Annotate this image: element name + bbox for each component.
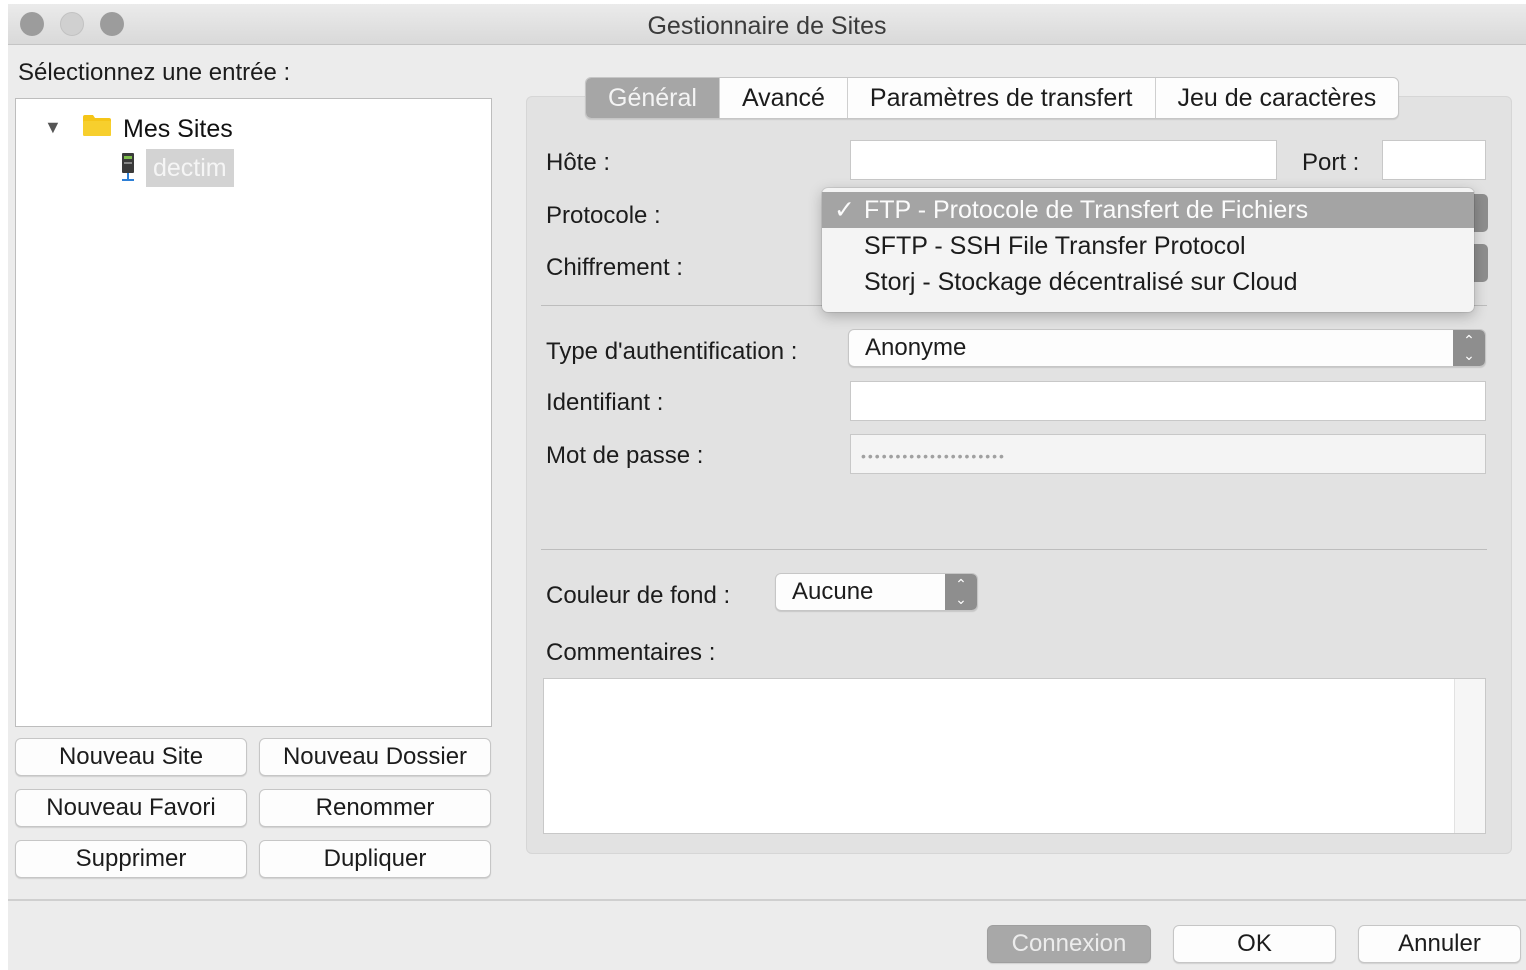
protocol-option-label: Storj - Stockage décentralisé sur Cloud xyxy=(864,268,1298,296)
background-color-label: Couleur de fond : xyxy=(546,582,731,609)
protocol-dropdown-menu: ✓ FTP - Protocole de Transfert de Fichie… xyxy=(822,188,1474,312)
protocol-option-label: FTP - Protocole de Transfert de Fichiers xyxy=(864,196,1309,224)
connect-button[interactable]: Connexion xyxy=(987,925,1151,963)
new-site-button[interactable]: Nouveau Site xyxy=(15,738,247,776)
new-folder-button[interactable]: Nouveau Dossier xyxy=(259,738,491,776)
rename-button[interactable]: Renommer xyxy=(259,789,491,827)
folder-icon xyxy=(83,115,111,136)
comments-scrollbar[interactable] xyxy=(1454,679,1485,833)
protocol-option-sftp[interactable]: SFTP - SSH File Transfer Protocol xyxy=(822,228,1474,264)
background-color-select[interactable]: Aucune ⌃ ⌄ xyxy=(775,573,978,611)
duplicate-button[interactable]: Dupliquer xyxy=(259,840,491,878)
site-tree[interactable]: ▼ Mes Sites dectim xyxy=(15,98,492,727)
background-color-value: Aucune xyxy=(792,578,874,605)
port-label: Port : xyxy=(1302,149,1360,176)
protocol-option-storj[interactable]: Storj - Stockage décentralisé sur Cloud xyxy=(822,264,1474,300)
port-input[interactable] xyxy=(1382,140,1486,180)
encryption-label: Chiffrement : xyxy=(546,254,683,281)
tab-advanced[interactable]: Avancé xyxy=(720,78,848,118)
password-input[interactable]: ••••••••••••••••••••• xyxy=(850,434,1486,474)
protocol-label: Protocole : xyxy=(546,202,661,229)
divider xyxy=(541,549,1487,550)
checkmark-icon: ✓ xyxy=(834,196,855,224)
updown-chevron-icon: ⌃ ⌄ xyxy=(945,574,977,610)
server-icon xyxy=(122,153,134,181)
delete-button[interactable]: Supprimer xyxy=(15,840,247,878)
ok-button[interactable]: OK xyxy=(1173,925,1336,963)
select-entry-label: Sélectionnez une entrée : xyxy=(18,59,291,86)
auth-type-select[interactable]: Anonyme ⌃ ⌄ xyxy=(848,329,1486,367)
disclosure-triangle-icon[interactable]: ▼ xyxy=(44,117,62,138)
tab-bar: Général Avancé Paramètres de transfert J… xyxy=(585,77,1400,119)
host-label: Hôte : xyxy=(546,149,611,176)
tab-transfer-settings[interactable]: Paramètres de transfert xyxy=(848,78,1156,118)
tab-general[interactable]: Général xyxy=(586,78,720,118)
protocol-option-label: SFTP - SSH File Transfer Protocol xyxy=(864,232,1246,260)
updown-chevron-icon: ⌃ ⌄ xyxy=(1453,330,1485,366)
footer-divider xyxy=(8,899,1526,901)
tab-charset[interactable]: Jeu de caractères xyxy=(1156,78,1399,118)
new-bookmark-button[interactable]: Nouveau Favori xyxy=(15,789,247,827)
site-manager-window: Gestionnaire de Sites Sélectionnez une e… xyxy=(8,4,1526,970)
username-label: Identifiant : xyxy=(546,389,664,416)
cancel-button[interactable]: Annuler xyxy=(1358,925,1521,963)
protocol-option-ftp[interactable]: ✓ FTP - Protocole de Transfert de Fichie… xyxy=(822,192,1474,228)
tree-item-site[interactable]: dectim xyxy=(146,149,234,187)
auth-type-value: Anonyme xyxy=(865,334,967,361)
username-input[interactable] xyxy=(850,381,1486,421)
comments-textarea[interactable] xyxy=(543,678,1486,834)
title-bar: Gestionnaire de Sites xyxy=(8,4,1526,45)
password-mask: ••••••••••••••••••••• xyxy=(861,448,1006,464)
tree-item-mes-sites[interactable]: Mes Sites xyxy=(123,115,233,144)
auth-type-label: Type d'authentification : xyxy=(546,338,798,365)
host-input[interactable] xyxy=(850,140,1277,180)
window-title: Gestionnaire de Sites xyxy=(647,12,887,40)
password-label: Mot de passe : xyxy=(546,442,704,469)
comments-label: Commentaires : xyxy=(546,639,716,666)
